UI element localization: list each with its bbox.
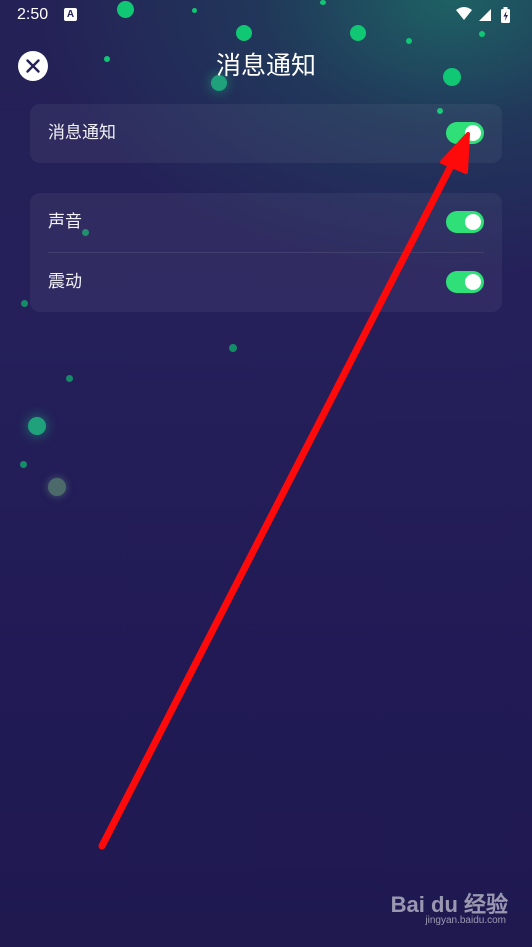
status-icons (456, 7, 510, 23)
toggle-knob (465, 274, 481, 290)
sound-label: 声音 (48, 212, 82, 232)
status-time: 2:50 (17, 6, 49, 23)
signal-icon (479, 9, 491, 21)
sound-vibration-card: 声音 震动 (30, 193, 502, 312)
sound-row: 声音 (30, 193, 502, 252)
toggle-knob (465, 125, 481, 141)
watermark-sub: jingyan.baidu.com (425, 915, 506, 926)
particle (21, 300, 28, 307)
wifi-icon (456, 7, 472, 20)
status-bar: 2:50 A (0, 0, 532, 30)
page-title: 消息通知 (215, 51, 316, 80)
particle (28, 417, 46, 435)
particle (20, 461, 27, 468)
particle (479, 31, 485, 37)
particle (48, 478, 66, 496)
vibration-row: 震动 (30, 253, 502, 312)
sound-toggle[interactable] (446, 211, 484, 233)
vibration-label: 震动 (48, 272, 82, 292)
notification-row: 消息通知 (30, 104, 502, 163)
particle (406, 38, 412, 44)
toggle-knob (465, 214, 481, 230)
baidu-watermark: Bai du 经验 jingyan.baidu.com (378, 887, 508, 933)
particle (229, 344, 237, 352)
particle (66, 375, 73, 382)
a-app-icon: A (64, 8, 77, 21)
notification-card: 消息通知 (30, 104, 502, 163)
notification-label: 消息通知 (48, 123, 116, 143)
vibration-toggle[interactable] (446, 271, 484, 293)
battery-charging-icon (501, 7, 510, 23)
main-notification-toggle[interactable] (446, 122, 484, 144)
